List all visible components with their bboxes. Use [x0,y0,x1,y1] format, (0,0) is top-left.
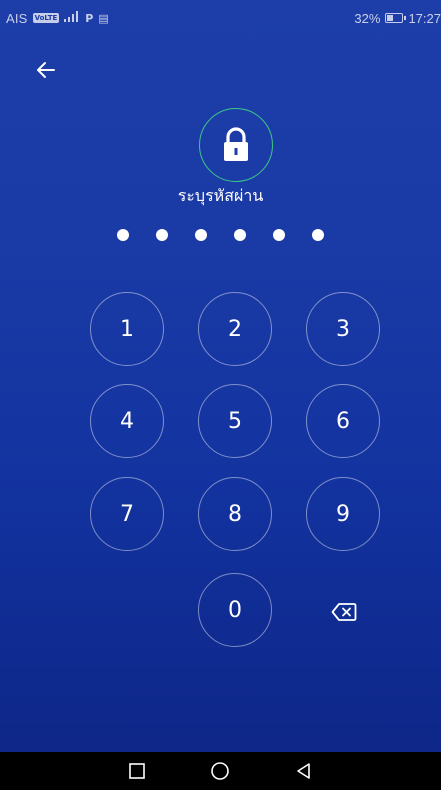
battery-percent: 32% [354,10,381,26]
key-1[interactable]: 1 [90,292,164,366]
lock-icon [224,127,248,161]
passcode-prompt: ระบุรหัสผ่าน [177,186,264,205]
home-button[interactable] [205,756,235,786]
pin-dot [195,229,207,241]
square-icon [129,763,145,779]
carrier-name: AIS [6,10,28,26]
pin-indicator [0,229,441,241]
key-5[interactable]: 5 [198,384,272,458]
key-6[interactable]: 6 [306,384,380,458]
key-0[interactable]: 0 [198,573,272,647]
message-icon: ▤ [98,11,109,25]
circle-icon [211,762,230,780]
key-3[interactable]: 3 [306,292,380,366]
signal-icon [64,11,80,25]
key-9[interactable]: 9 [306,477,380,551]
status-bar: AIS VoLTE P ▤ 32% 17:27 [0,0,441,36]
volte-badge: VoLTE [32,13,60,23]
pin-dot [156,229,168,241]
arrow-left-icon [37,62,55,78]
pin-dot [117,229,129,241]
recents-button[interactable] [122,756,152,786]
pin-dot [312,229,324,241]
pin-dot [234,229,246,241]
key-8[interactable]: 8 [198,477,272,551]
pin-dot [273,229,285,241]
lock-badge [199,108,273,182]
back-button[interactable] [28,52,64,88]
backspace-button[interactable] [307,594,381,630]
system-nav-bar [0,752,441,790]
nav-back-button[interactable] [289,756,319,786]
triangle-icon [297,763,310,779]
clock: 17:27 [408,10,441,26]
battery-icon [385,13,407,23]
status-right: 32% 17:27 [354,11,441,26]
key-4[interactable]: 4 [90,384,164,458]
key-7[interactable]: 7 [90,477,164,551]
key-2[interactable]: 2 [198,292,272,366]
parking-icon: P [85,11,94,25]
backspace-icon [331,603,357,621]
status-left: AIS VoLTE P ▤ [6,11,109,26]
